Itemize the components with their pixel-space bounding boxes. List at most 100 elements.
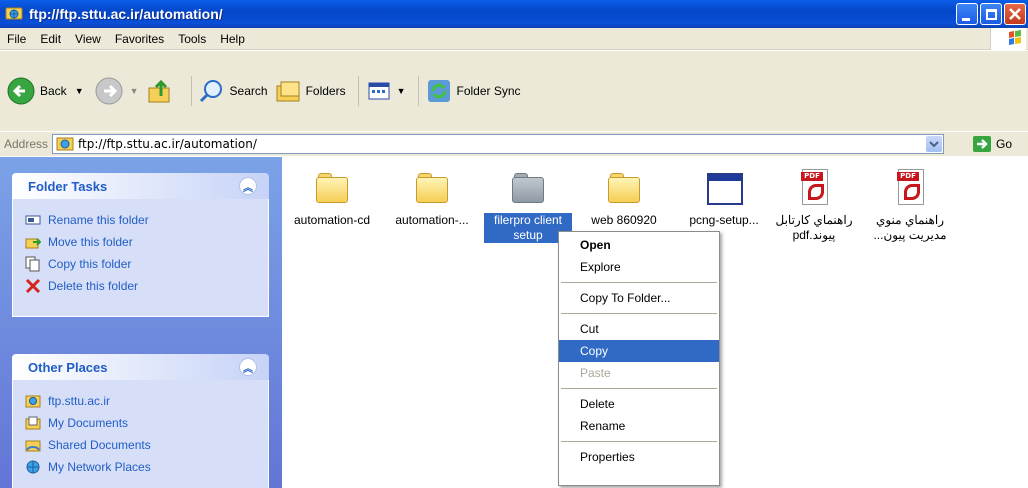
task-move-folder[interactable]: Move this folder bbox=[25, 231, 268, 253]
address-label: Address bbox=[4, 137, 49, 151]
file-item[interactable]: pcng-setup... bbox=[676, 157, 772, 228]
file-item[interactable]: PDF راهنماي منوي مديريت پيون... bbox=[862, 157, 958, 243]
application-icon bbox=[704, 169, 744, 209]
forward-button[interactable]: ▼ bbox=[94, 76, 139, 106]
back-label: Back bbox=[40, 84, 67, 98]
copy-icon bbox=[25, 256, 40, 272]
up-folder-icon bbox=[148, 79, 170, 103]
views-dropdown-icon[interactable]: ▼ bbox=[397, 86, 406, 96]
windows-logo bbox=[990, 28, 1026, 50]
file-name: راهنماي منوي مديريت پيون... bbox=[873, 213, 947, 242]
chevron-down-icon bbox=[929, 141, 939, 148]
back-arrow-icon bbox=[7, 77, 35, 105]
ctx-copy[interactable]: Copy bbox=[559, 340, 719, 362]
file-item[interactable]: web 860920 bbox=[576, 157, 672, 228]
sync-icon bbox=[427, 80, 450, 102]
file-name: automation-... bbox=[395, 213, 469, 227]
up-folder-button[interactable] bbox=[145, 76, 179, 106]
close-icon bbox=[1009, 8, 1021, 20]
file-item[interactable]: automation-cd bbox=[284, 157, 380, 228]
folder-tasks-panel: Folder Tasks ︽ Rename this folder Move t… bbox=[12, 173, 269, 317]
ctx-paste[interactable]: Paste bbox=[559, 362, 719, 384]
search-label: Search bbox=[229, 84, 268, 98]
task-label: Delete this folder bbox=[48, 279, 139, 293]
folder-icon bbox=[412, 169, 452, 209]
menu-separator bbox=[561, 282, 717, 283]
menu-help[interactable]: Help bbox=[213, 32, 252, 46]
address-bar: Address ftp://ftp.sttu.ac.ir/automation/… bbox=[0, 131, 1028, 156]
back-dropdown-icon[interactable]: ▼ bbox=[75, 86, 84, 96]
folders-icon bbox=[276, 81, 300, 102]
folder-tasks-header[interactable]: Folder Tasks ︽ bbox=[12, 173, 269, 199]
menu-edit[interactable]: Edit bbox=[33, 32, 68, 46]
views-button[interactable]: ▼ bbox=[365, 77, 406, 105]
menu-file[interactable]: File bbox=[0, 32, 33, 46]
folders-button[interactable]: Folders bbox=[274, 77, 346, 105]
ctx-copy-to-folder[interactable]: Copy To Folder... bbox=[559, 287, 719, 309]
network-places-icon bbox=[26, 460, 40, 474]
ctx-rename[interactable]: Rename bbox=[559, 415, 719, 437]
collapse-icon[interactable]: ︽ bbox=[239, 177, 257, 195]
menu-separator bbox=[561, 388, 717, 389]
place-my-documents[interactable]: My Documents bbox=[25, 412, 268, 434]
menu-separator bbox=[561, 441, 717, 442]
address-dropdown[interactable] bbox=[926, 136, 943, 152]
title-bar[interactable]: ftp://ftp.sttu.ac.ir/automation/ bbox=[0, 0, 1028, 28]
network-folder-icon bbox=[5, 7, 23, 20]
ctx-delete[interactable]: Delete bbox=[559, 393, 719, 415]
toolbar: Back ▼ ▼ Search Folders ▼ Folder Sync bbox=[0, 51, 1028, 131]
task-label: Copy this folder bbox=[48, 257, 132, 271]
maximize-button[interactable] bbox=[980, 3, 1002, 25]
folder-icon bbox=[508, 169, 548, 209]
context-menu: Open Explore Copy To Folder... Cut Copy … bbox=[558, 231, 720, 486]
rename-icon bbox=[25, 215, 41, 225]
toolbar-separator bbox=[357, 76, 359, 106]
task-rename-folder[interactable]: Rename this folder bbox=[25, 209, 268, 231]
go-label: Go bbox=[996, 137, 1013, 151]
task-label: Move this folder bbox=[48, 235, 133, 249]
address-input[interactable]: ftp://ftp.sttu.ac.ir/automation/ bbox=[52, 134, 945, 154]
shared-folder-icon bbox=[25, 440, 41, 452]
file-name: pcng-setup... bbox=[689, 213, 759, 227]
windows-flag-icon bbox=[1009, 30, 1021, 45]
task-delete-folder[interactable]: Delete this folder bbox=[25, 275, 268, 297]
place-label: ftp.sttu.ac.ir bbox=[48, 394, 111, 408]
menu-view[interactable]: View bbox=[68, 32, 108, 46]
folder-icon bbox=[312, 169, 352, 209]
file-item[interactable]: PDF راهنماي كارتابل پيوند.pdf bbox=[766, 157, 862, 243]
ctx-cut[interactable]: Cut bbox=[559, 318, 719, 340]
file-item[interactable]: automation-... bbox=[384, 157, 480, 228]
forward-arrow-icon bbox=[95, 77, 123, 105]
close-button[interactable] bbox=[1004, 3, 1026, 25]
place-shared-documents[interactable]: Shared Documents bbox=[25, 434, 268, 456]
place-label: My Documents bbox=[48, 416, 129, 430]
ctx-properties[interactable]: Properties bbox=[559, 446, 719, 468]
collapse-icon[interactable]: ︽ bbox=[239, 358, 257, 376]
pdf-icon: PDF bbox=[890, 169, 930, 209]
forward-dropdown-icon[interactable]: ▼ bbox=[130, 86, 139, 96]
ctx-explore[interactable]: Explore bbox=[559, 256, 719, 278]
folder-sync-label: Folder Sync bbox=[456, 84, 521, 98]
folders-label: Folders bbox=[305, 84, 346, 98]
task-copy-folder[interactable]: Copy this folder bbox=[25, 253, 268, 275]
minimize-button[interactable] bbox=[956, 3, 978, 25]
place-ftp-server[interactable]: ftp.sttu.ac.ir bbox=[25, 390, 268, 412]
place-my-network-places[interactable]: My Network Places bbox=[25, 456, 268, 478]
network-folder-icon bbox=[25, 395, 41, 408]
menu-favorites[interactable]: Favorites bbox=[108, 32, 171, 46]
search-icon bbox=[199, 80, 222, 103]
move-icon bbox=[25, 238, 41, 249]
folder-sync-button[interactable]: Folder Sync bbox=[425, 77, 521, 105]
ctx-open[interactable]: Open bbox=[559, 234, 719, 256]
go-button[interactable]: Go bbox=[972, 135, 1012, 153]
task-pane: Folder Tasks ︽ Rename this folder Move t… bbox=[0, 157, 282, 488]
folder-tasks-title: Folder Tasks bbox=[28, 178, 108, 194]
other-places-header[interactable]: Other Places ︽ bbox=[12, 354, 269, 380]
search-button[interactable]: Search bbox=[198, 77, 268, 105]
menu-tools[interactable]: Tools bbox=[171, 32, 213, 46]
my-documents-icon bbox=[25, 416, 41, 430]
back-button[interactable]: Back ▼ bbox=[6, 76, 84, 106]
window-title: ftp://ftp.sttu.ac.ir/automation/ bbox=[29, 6, 223, 22]
menu-separator bbox=[561, 313, 717, 314]
task-label: Rename this folder bbox=[48, 213, 149, 227]
